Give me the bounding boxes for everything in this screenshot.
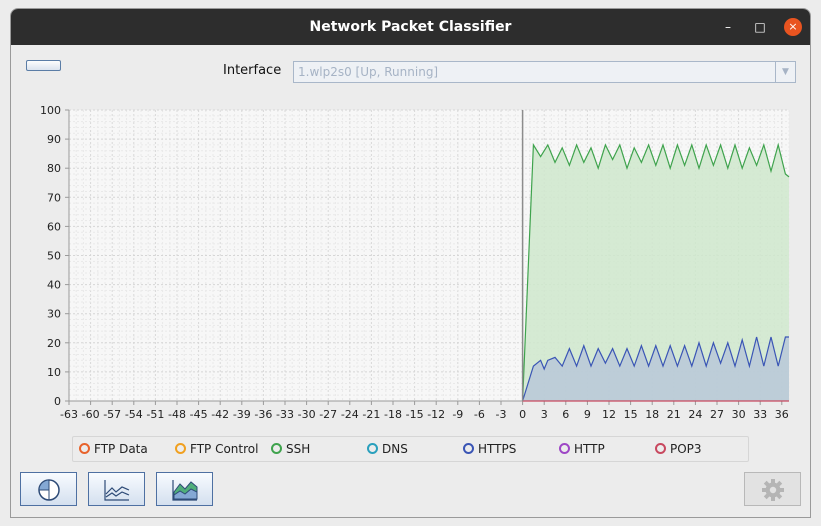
legend-marker-icon (655, 443, 666, 454)
x-tick-label: 6 (562, 408, 569, 421)
y-tick-label: 80 (47, 162, 61, 175)
y-tick-label: 30 (47, 308, 61, 321)
legend-marker-icon (367, 443, 378, 454)
legend-item[interactable]: HTTPS (463, 442, 516, 456)
chart-legend: FTP Data FTP Control SSH DNS HTTPS HTTP POP3 (72, 436, 749, 462)
legend-item[interactable]: DNS (367, 442, 408, 456)
settings-button[interactable] (744, 472, 801, 506)
interface-select[interactable]: 1.wlp2s0 [Up, Running] ▼ (293, 61, 796, 83)
title-bar: Network Packet Classifier – □ × (11, 9, 810, 45)
y-tick-label: 90 (47, 133, 61, 146)
x-tick-label: -24 (341, 408, 359, 421)
legend-marker-icon (463, 443, 474, 454)
legend-item[interactable]: SSH (271, 442, 310, 456)
area-chart-icon (172, 480, 198, 501)
x-tick-label: -15 (406, 408, 424, 421)
y-tick-label: 10 (47, 366, 61, 379)
legend-item[interactable]: FTP Data (79, 442, 148, 456)
x-tick-label: 24 (688, 408, 702, 421)
x-tick-label: 0 (519, 408, 526, 421)
pie-chart-button[interactable] (20, 472, 77, 506)
gear-icon (762, 479, 784, 501)
x-tick-label: 30 (732, 408, 746, 421)
traffic-chart: 0102030405060708090100-63 -60 -57 -54 -51 -48… (40, 104, 790, 421)
x-tick-label: -9 (452, 408, 463, 421)
y-tick-label: 70 (47, 191, 61, 204)
y-tick-label: 40 (47, 279, 61, 292)
x-tick-label: -21 (362, 408, 380, 421)
interface-label: Interface (223, 63, 282, 78)
legend-item[interactable]: HTTP (559, 442, 605, 456)
legend-marker-icon (559, 443, 570, 454)
x-tick-label: -63 (60, 408, 78, 421)
x-tick-label: 27 (710, 408, 724, 421)
x-tick-label: -42 (211, 408, 229, 421)
x-tick-label: -6 (474, 408, 485, 421)
x-tick-label: -45 (190, 408, 208, 421)
legend-label: POP3 (670, 442, 702, 456)
y-tick-label: 0 (54, 395, 61, 408)
pie-chart-icon (38, 479, 60, 501)
small-toggle-button[interactable] (26, 60, 61, 71)
minimize-button[interactable]: – (719, 18, 737, 36)
x-tick-label: -36 (254, 408, 272, 421)
maximize-button[interactable]: □ (751, 18, 769, 36)
x-tick-label: -51 (146, 408, 164, 421)
app-window: Network Packet Classifier – □ × Interfac… (10, 8, 811, 518)
x-tick-label: 33 (753, 408, 767, 421)
x-tick-label: -12 (427, 408, 445, 421)
interface-select-value: 1.wlp2s0 [Up, Running] (298, 65, 439, 79)
x-tick-label: -54 (125, 408, 143, 421)
legend-label: FTP Data (94, 442, 148, 456)
legend-label: HTTP (574, 442, 605, 456)
x-tick-label: 36 (775, 408, 789, 421)
x-tick-label: -30 (298, 408, 316, 421)
x-tick-label: 21 (667, 408, 681, 421)
window-title: Network Packet Classifier (309, 19, 512, 35)
x-tick-label: -3 (496, 408, 507, 421)
legend-marker-icon (175, 443, 186, 454)
x-tick-label: -39 (233, 408, 251, 421)
x-tick-label: 15 (624, 408, 638, 421)
y-tick-label: 60 (47, 220, 61, 233)
x-tick-label: -18 (384, 408, 402, 421)
x-tick-label: 9 (584, 408, 591, 421)
legend-label: HTTPS (478, 442, 517, 456)
legend-label: FTP Control (190, 442, 259, 456)
legend-item[interactable]: POP3 (655, 442, 702, 456)
close-button[interactable]: × (784, 18, 802, 36)
legend-label: DNS (382, 442, 408, 456)
x-tick-label: -48 (168, 408, 186, 421)
y-tick-label: 20 (47, 337, 61, 350)
legend-item[interactable]: FTP Control (175, 442, 258, 456)
x-tick-label: -60 (82, 408, 100, 421)
area-chart-button[interactable] (156, 472, 213, 506)
legend-marker-icon (271, 443, 282, 454)
x-tick-label: -33 (276, 408, 294, 421)
y-tick-label: 100 (40, 104, 61, 117)
legend-marker-icon (79, 443, 90, 454)
line-chart-icon (104, 480, 130, 501)
legend-label: SSH (286, 442, 311, 456)
x-tick-label: -57 (103, 408, 121, 421)
x-tick-label: -27 (319, 408, 337, 421)
line-chart-button[interactable] (88, 472, 145, 506)
x-tick-label: 3 (541, 408, 548, 421)
chevron-down-icon[interactable]: ▼ (775, 62, 795, 82)
x-tick-label: 18 (645, 408, 659, 421)
x-tick-label: 12 (602, 408, 616, 421)
y-tick-label: 50 (47, 250, 61, 263)
